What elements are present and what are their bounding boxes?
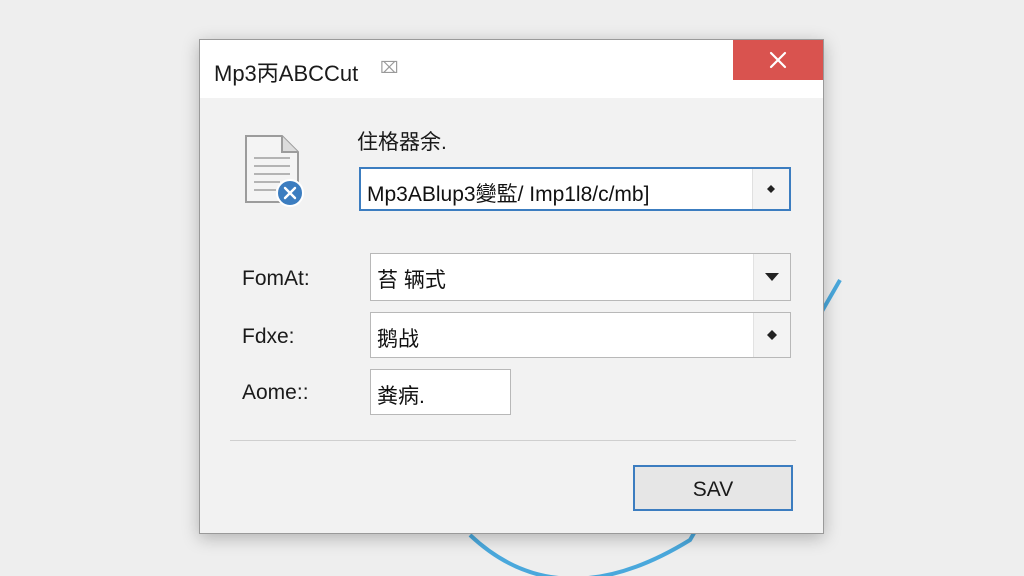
close-icon bbox=[769, 51, 787, 69]
title-bar[interactable]: Mp3丙ABCCut ⌧ bbox=[200, 40, 823, 98]
aome-label: Aome:: bbox=[242, 381, 309, 404]
fdxe-spin-button[interactable] bbox=[753, 313, 790, 357]
chevron-down-icon bbox=[765, 273, 779, 281]
path-label: 住格器余. bbox=[357, 131, 447, 154]
fdxe-value: 鹅战 bbox=[377, 328, 419, 351]
path-spin-button[interactable] bbox=[752, 169, 789, 209]
save-button-label: SAV bbox=[692, 478, 734, 501]
aome-value: 粪病. bbox=[377, 385, 425, 408]
save-button[interactable]: SAV bbox=[633, 465, 793, 511]
close-button[interactable] bbox=[733, 40, 823, 80]
window-title: Mp3丙ABCCut bbox=[214, 61, 359, 86]
path-input[interactable]: Mp3ABlup3變監/ Imp1l8/c/mb] bbox=[359, 167, 791, 211]
file-error-icon bbox=[245, 135, 304, 207]
path-value: Mp3ABlup3變監/ Imp1l8/c/mb] bbox=[367, 183, 650, 206]
aome-input[interactable]: 粪病. bbox=[370, 369, 511, 415]
fdxe-label: Fdxe: bbox=[242, 325, 295, 348]
diamond-icon bbox=[767, 185, 775, 193]
diamond-icon bbox=[767, 330, 777, 340]
fdxe-select[interactable]: 鹅战 bbox=[370, 312, 791, 358]
format-label: FomAt: bbox=[242, 267, 310, 290]
dialog-window: Mp3丙ABCCut ⌧ 住格器余. Mp3ABlup3變監/ Imp1l8/c… bbox=[199, 39, 824, 534]
title-mark-icon: ⌧ bbox=[380, 60, 399, 77]
format-dropdown-button[interactable] bbox=[753, 254, 790, 300]
format-select[interactable]: 苔 辆式 bbox=[370, 253, 791, 301]
format-value: 苔 辆式 bbox=[377, 269, 446, 292]
separator bbox=[230, 440, 796, 441]
